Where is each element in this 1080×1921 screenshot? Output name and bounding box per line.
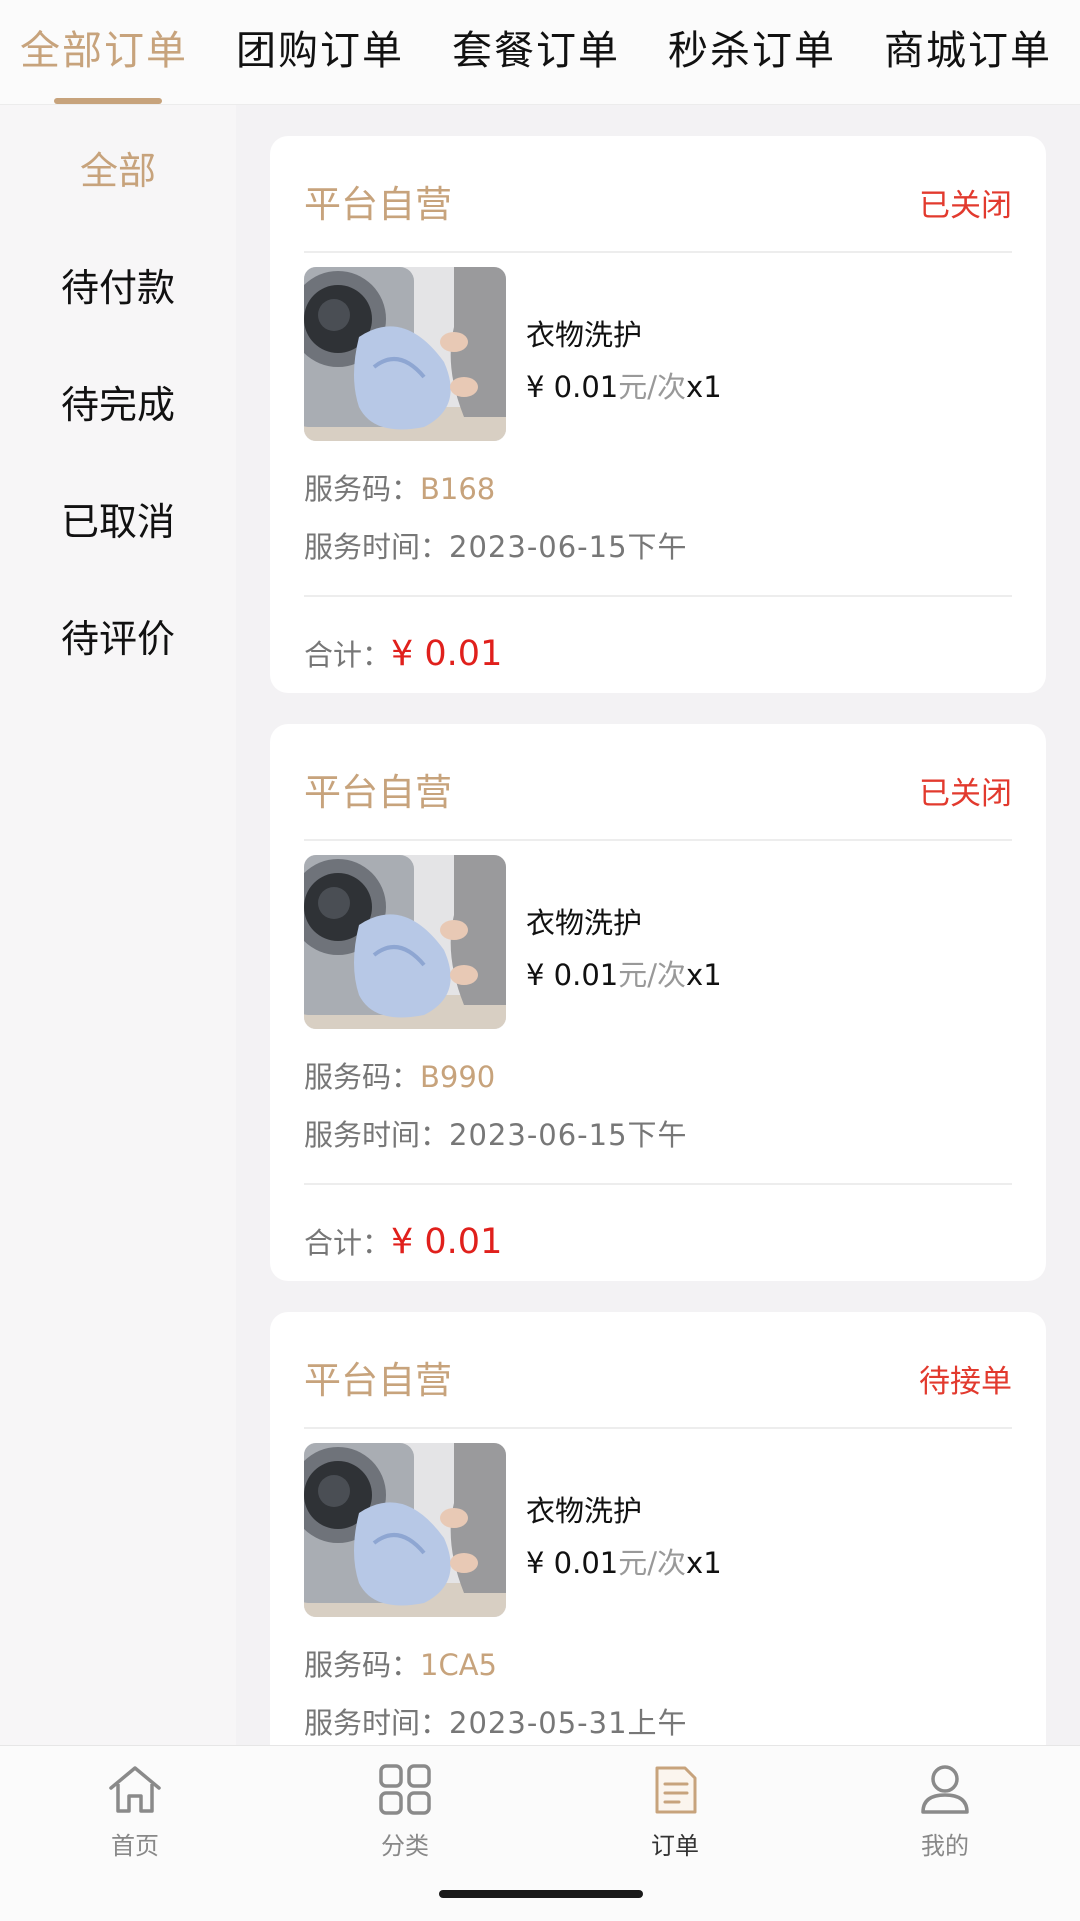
nav-home-label: 首页 (111, 1832, 159, 1860)
order-card[interactable]: 平台自营 已关闭 衣物洗护 ¥ 0.01元/次x1 服务码：B168 服务时间：… (270, 136, 1046, 693)
unit-price: ¥ 0.01 (526, 1546, 619, 1580)
quantity: x1 (686, 958, 722, 992)
product-name: 衣物洗护 (526, 318, 643, 352)
product-thumbnail[interactable] (304, 855, 506, 1029)
divider (304, 1183, 1012, 1185)
service-time: 2023-06-15下午 (449, 530, 688, 564)
order-document-icon (655, 1766, 697, 1814)
product-thumbnail[interactable] (304, 1443, 506, 1617)
status-filter-sidebar: 全部 待付款 待完成 已取消 待评价 (0, 105, 236, 1745)
product-name: 衣物洗护 (526, 906, 643, 940)
service-time: 2023-05-31上午 (449, 1706, 688, 1740)
service-time-row: 服务时间：2023-06-15下午 (304, 1112, 688, 1154)
total-amount: ¥ 0.01 (391, 634, 503, 674)
order-type-tabs: 全部订单 团购订单 套餐订单 秒杀订单 商城订单 (0, 0, 1080, 105)
sidebar-item-cancelled[interactable]: 已取消 (0, 491, 236, 546)
order-card[interactable]: 平台自营 待接单 衣物洗护 ¥ 0.01元/次x1 服务码：1CA5 服务时间：… (270, 1312, 1046, 1745)
tab-flash-sale-orders[interactable]: 秒杀订单 (668, 18, 836, 76)
service-time-label: 服务时间： (304, 1706, 450, 1740)
total-amount: ¥ 0.01 (391, 1222, 503, 1262)
shop-name: 平台自营 (304, 1359, 452, 1402)
nav-orders-label: 订单 (651, 1832, 699, 1860)
sidebar-item-all[interactable]: 全部 (0, 140, 236, 195)
product-name: 衣物洗护 (526, 1494, 643, 1528)
sidebar-item-pending-completion[interactable]: 待完成 (0, 374, 236, 429)
total-row: 合计：¥ 0.01 (304, 1220, 502, 1262)
service-code-label: 服务码： (304, 472, 421, 506)
sidebar-item-pending-review[interactable]: 待评价 (0, 608, 236, 663)
service-code-label: 服务码： (304, 1648, 421, 1682)
service-time-row: 服务时间：2023-06-15下午 (304, 524, 688, 566)
sidebar-item-pending-payment[interactable]: 待付款 (0, 257, 236, 312)
laundry-photo-icon (304, 1443, 506, 1617)
divider (304, 595, 1012, 597)
nav-home[interactable]: 首页 (60, 1764, 210, 1861)
total-row: 合计：¥ 0.01 (304, 632, 502, 674)
divider (304, 839, 1012, 841)
price-unit: 元/次 (618, 958, 687, 992)
service-code-row: 服务码：1CA5 (304, 1642, 497, 1684)
active-tab-indicator (54, 98, 162, 104)
price-row: ¥ 0.01元/次x1 (526, 1540, 722, 1582)
product-thumbnail[interactable] (304, 267, 506, 441)
service-code: B168 (420, 472, 496, 506)
service-time-label: 服务时间： (304, 530, 450, 564)
nav-profile[interactable]: 我的 (870, 1764, 1020, 1861)
order-status: 已关闭 (919, 188, 1012, 224)
home-indicator (439, 1890, 643, 1898)
order-list: 平台自营 已关闭 衣物洗护 ¥ 0.01元/次x1 服务码：B168 服务时间：… (236, 105, 1080, 1745)
laundry-photo-icon (304, 855, 506, 1029)
shop-name: 平台自营 (304, 183, 452, 226)
tab-all-orders[interactable]: 全部订单 (20, 18, 188, 76)
user-icon (921, 1765, 969, 1814)
service-code-row: 服务码：B168 (304, 466, 495, 508)
service-time: 2023-06-15下午 (449, 1118, 688, 1152)
service-code: 1CA5 (420, 1648, 498, 1682)
nav-category-label: 分类 (381, 1832, 429, 1860)
nav-category[interactable]: 分类 (330, 1764, 480, 1861)
price-unit: 元/次 (618, 370, 687, 404)
price-unit: 元/次 (618, 1546, 687, 1580)
service-time-label: 服务时间： (304, 1118, 450, 1152)
service-code: B990 (420, 1060, 496, 1094)
laundry-photo-icon (304, 267, 506, 441)
total-label: 合计： (304, 638, 392, 672)
tab-package-orders[interactable]: 套餐订单 (452, 18, 620, 76)
order-status: 待接单 (919, 1364, 1012, 1400)
order-status: 已关闭 (919, 776, 1012, 812)
quantity: x1 (686, 370, 722, 404)
grid-icon (379, 1764, 431, 1815)
divider (304, 251, 1012, 253)
service-time-row: 服务时间：2023-05-31上午 (304, 1700, 688, 1742)
unit-price: ¥ 0.01 (526, 370, 619, 404)
service-code-row: 服务码：B990 (304, 1054, 495, 1096)
tab-mall-orders[interactable]: 商城订单 (884, 18, 1052, 76)
quantity: x1 (686, 1546, 722, 1580)
price-row: ¥ 0.01元/次x1 (526, 364, 722, 406)
divider (304, 1427, 1012, 1429)
total-label: 合计： (304, 1226, 392, 1260)
shop-name: 平台自营 (304, 771, 452, 814)
price-row: ¥ 0.01元/次x1 (526, 952, 722, 994)
service-code-label: 服务码： (304, 1060, 421, 1094)
home-icon (109, 1766, 161, 1813)
tab-group-buy-orders[interactable]: 团购订单 (236, 18, 404, 76)
unit-price: ¥ 0.01 (526, 958, 619, 992)
nav-profile-label: 我的 (921, 1832, 969, 1860)
nav-orders[interactable]: 订单 (600, 1764, 750, 1861)
order-card[interactable]: 平台自营 已关闭 衣物洗护 ¥ 0.01元/次x1 服务码：B990 服务时间：… (270, 724, 1046, 1281)
